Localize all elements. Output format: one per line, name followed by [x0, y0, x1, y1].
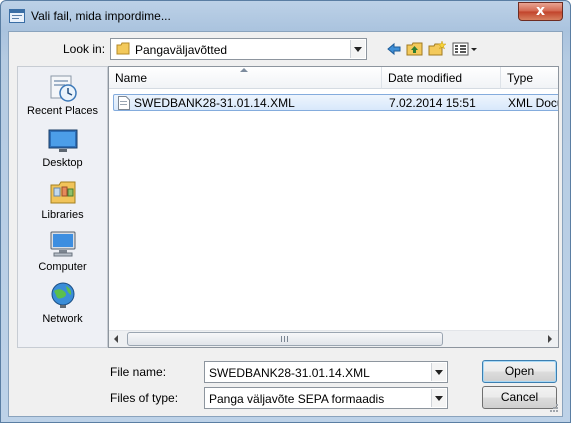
horizontal-scrollbar[interactable]: [109, 330, 558, 347]
files-of-type-value: Panga väljavõte SEPA formaadis: [209, 392, 385, 406]
look-in-value: Pangaväljavõtted: [135, 43, 228, 57]
scroll-thumb[interactable]: [127, 332, 443, 346]
scroll-right-icon[interactable]: [541, 331, 558, 347]
place-label: Libraries: [41, 209, 84, 221]
dialog-app-icon: [9, 9, 25, 23]
new-folder-icon[interactable]: [428, 41, 446, 57]
look-in-label: Look in:: [63, 42, 106, 56]
xml-file-icon: [118, 96, 130, 110]
place-label: Desktop: [42, 157, 83, 169]
file-list[interactable]: Name Date modified Type SWEDBANK28-31.01…: [108, 66, 559, 348]
dialog-body: Look in: Pangaväljavõtted Recent Places …: [8, 31, 563, 417]
column-label: Type: [507, 71, 534, 85]
back-arrow-icon[interactable]: [385, 41, 403, 57]
sort-ascending-icon: [240, 68, 248, 72]
look-in-dropdown[interactable]: Pangaväljavõtted: [110, 38, 367, 60]
places-bar: Recent Places Desktop Libraries Computer…: [17, 66, 108, 348]
column-label: Name: [115, 71, 148, 85]
column-header-name[interactable]: Name: [109, 67, 382, 89]
place-computer[interactable]: Computer: [18, 227, 107, 277]
libraries-icon: [50, 181, 76, 204]
place-desktop[interactable]: Desktop: [18, 123, 107, 173]
files-of-type-label: Files of type:: [110, 391, 179, 405]
scroll-grip-icon: [281, 336, 288, 342]
column-label: Date modified: [388, 71, 463, 85]
cancel-button[interactable]: Cancel: [482, 386, 557, 409]
recent-places-icon: [50, 75, 77, 102]
place-libraries[interactable]: Libraries: [18, 175, 107, 225]
chevron-down-icon[interactable]: [350, 40, 365, 58]
file-name-input[interactable]: SWEDBANK28-31.01.14.XML: [204, 361, 448, 383]
window-title: Vali fail, mida impordime...: [31, 9, 171, 23]
place-network[interactable]: Network: [18, 279, 107, 329]
network-icon: [51, 282, 75, 308]
title-bar[interactable]: Vali fail, mida impordime... x: [1, 1, 570, 31]
file-name-cell: SWEDBANK28-31.01.14.XML: [134, 96, 295, 110]
files-of-type-dropdown[interactable]: Panga väljavõte SEPA formaadis: [204, 387, 448, 409]
file-name-value: SWEDBANK28-31.01.14.XML: [209, 366, 370, 380]
place-label: Recent Places: [27, 105, 98, 117]
resize-grip-icon[interactable]: [549, 403, 559, 413]
view-menu-icon[interactable]: [452, 41, 478, 57]
file-date-cell: 7.02.2014 15:51: [389, 96, 476, 110]
place-label: Computer: [38, 261, 87, 273]
file-name-label: File name:: [110, 365, 167, 379]
chevron-down-icon[interactable]: [431, 389, 446, 407]
open-file-dialog: Vali fail, mida impordime... x Look in: …: [0, 0, 571, 423]
place-label: Network: [42, 313, 83, 325]
open-button[interactable]: Open: [482, 360, 557, 383]
file-row[interactable]: SWEDBANK28-31.01.14.XML 7.02.2014 15:51 …: [113, 94, 559, 111]
place-recent-places[interactable]: Recent Places: [18, 71, 107, 121]
column-header-date-modified[interactable]: Date modified: [382, 67, 501, 89]
chevron-down-icon[interactable]: [431, 363, 446, 381]
scroll-left-icon[interactable]: [109, 331, 126, 347]
up-folder-icon[interactable]: [406, 41, 424, 57]
column-header-type[interactable]: Type: [501, 67, 558, 89]
folder-icon: [116, 42, 130, 55]
close-button[interactable]: x: [518, 2, 563, 21]
computer-icon: [50, 231, 76, 257]
desktop-icon: [48, 129, 78, 152]
file-type-cell: XML Docu: [508, 96, 559, 110]
